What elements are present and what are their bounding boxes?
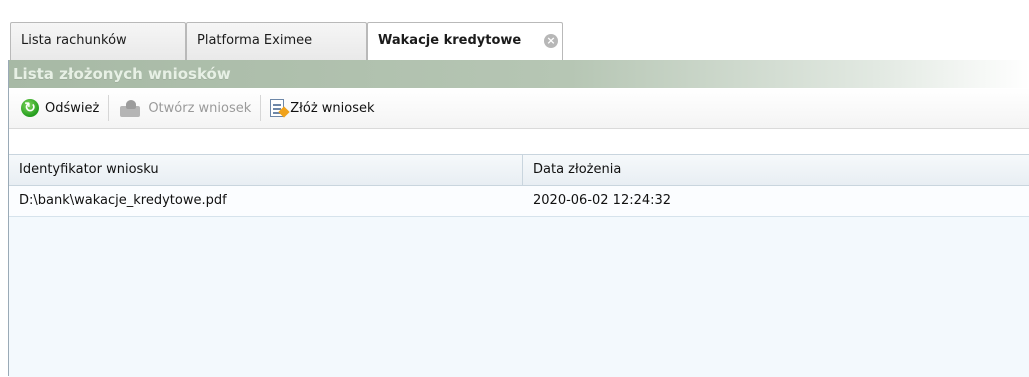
panel-title: Lista złożonych wniosków <box>9 60 1029 88</box>
tab-platforma-eximee[interactable]: Platforma Eximee <box>186 22 367 60</box>
refresh-button[interactable]: ↻ Odśwież <box>15 93 105 123</box>
column-header-id[interactable]: Identyfikator wniosku <box>9 155 523 185</box>
toolbar: ↻ Odśwież Otwórz wniosek Złóż wniosek <box>9 88 1029 129</box>
submit-request-label: Złóż wniosek <box>290 100 375 116</box>
toolbar-separator <box>108 95 110 121</box>
cell-request-id: D:\bank\wakacje_kredytowe.pdf <box>19 193 227 208</box>
refresh-icon: ↻ <box>21 99 39 117</box>
table-row[interactable]: D:\bank\wakacje_kredytowe.pdf 2020-06-02… <box>9 186 1029 217</box>
submit-request-button[interactable]: Złóż wniosek <box>264 93 380 123</box>
open-request-button[interactable]: Otwórz wniosek <box>112 93 257 123</box>
close-icon[interactable]: × <box>544 34 558 48</box>
grid-header: Identyfikator wniosku Data złożenia <box>9 155 1029 186</box>
submit-request-icon <box>270 99 285 117</box>
requests-grid: Identyfikator wniosku Data złożenia D:\b… <box>9 154 1029 377</box>
cell-submission-date: 2020-06-02 12:24:32 <box>533 193 672 208</box>
tab-wakacje-kredytowe[interactable]: Wakacje kredytowe × <box>367 22 563 62</box>
tab-label: Wakacje kredytowe <box>378 33 522 48</box>
toolbar-separator <box>260 95 262 121</box>
requests-panel: Lista złożonych wniosków ↻ Odśwież Otwór… <box>8 60 1029 377</box>
tab-label: Lista rachunków <box>21 33 127 48</box>
open-request-label: Otwórz wniosek <box>148 100 252 116</box>
open-request-icon <box>118 99 142 117</box>
tab-label: Platforma Eximee <box>197 33 313 48</box>
tab-bar: Lista rachunków Platforma Eximee Wakacje… <box>0 0 1029 62</box>
refresh-label: Odśwież <box>45 100 100 116</box>
column-header-date[interactable]: Data złożenia <box>523 155 1029 185</box>
tab-lista-rachunkow[interactable]: Lista rachunków <box>10 22 186 60</box>
